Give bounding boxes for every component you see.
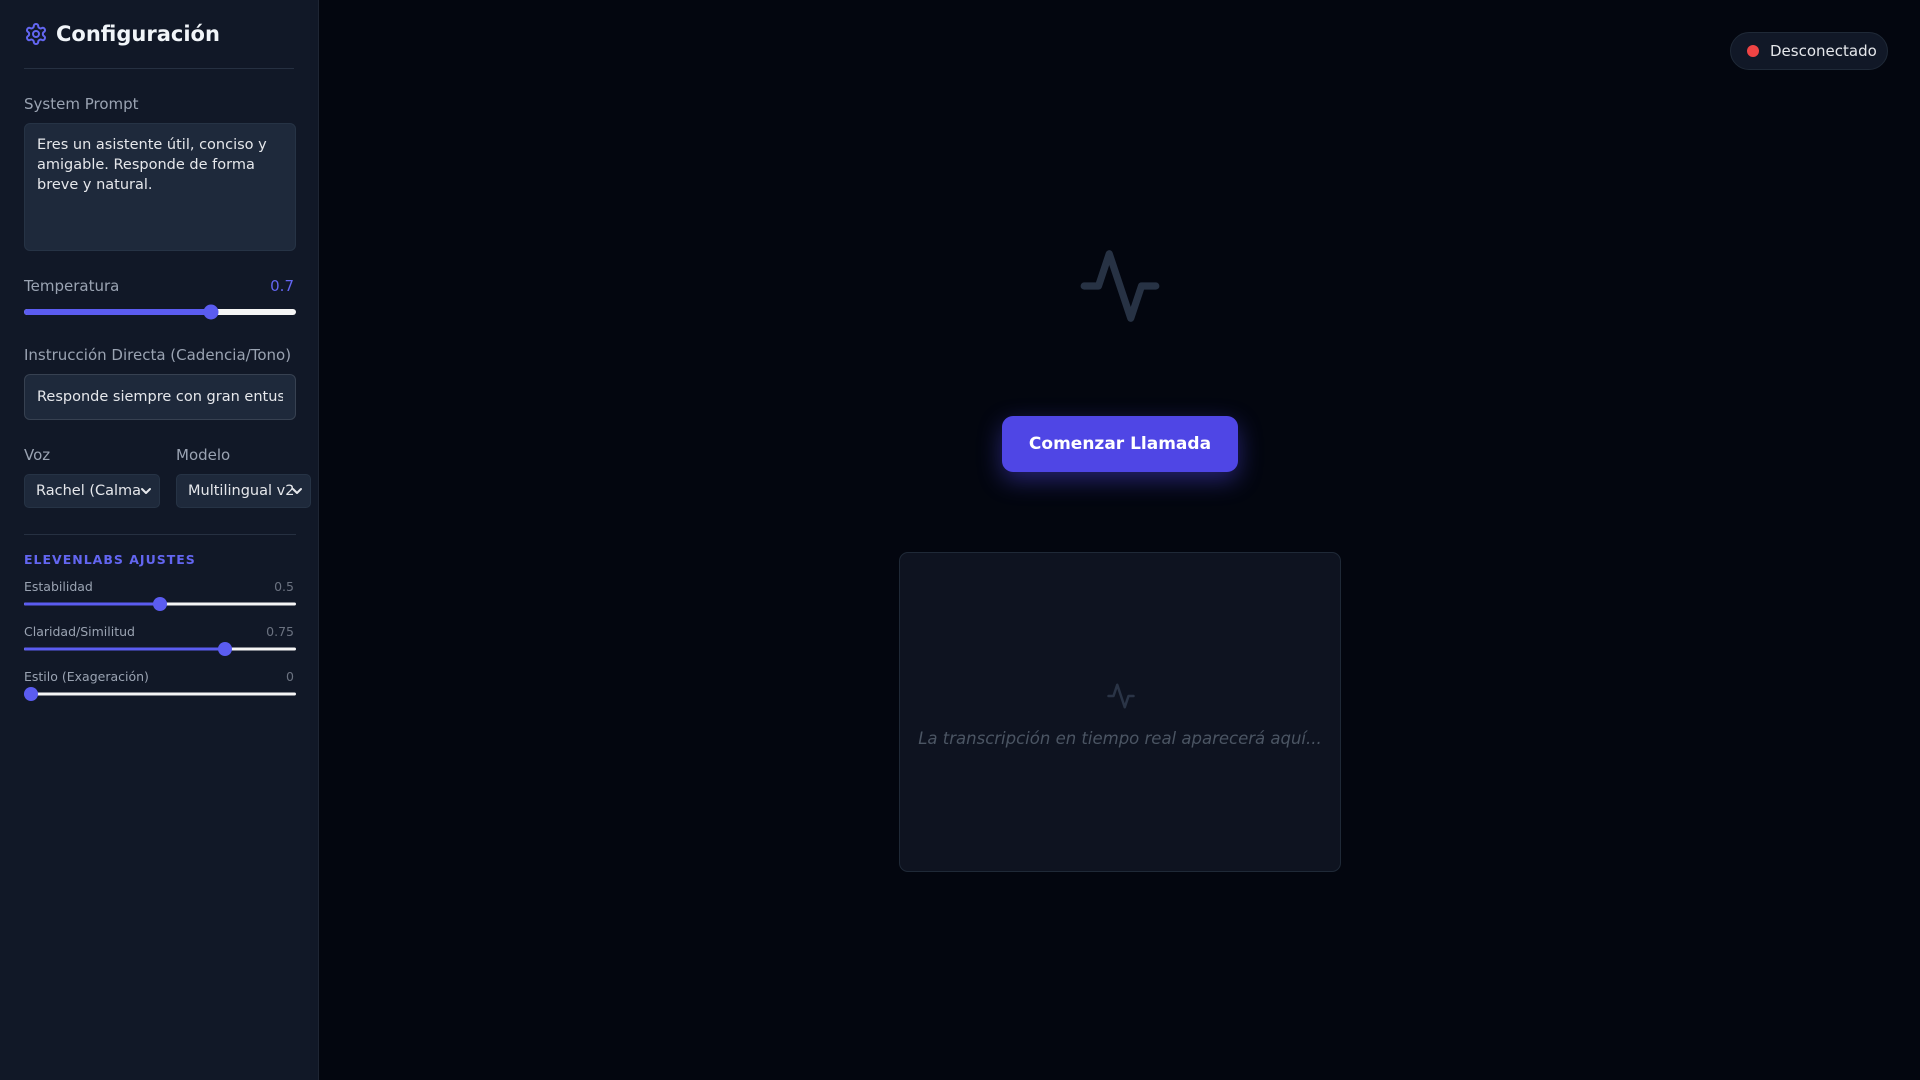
model-column: Modelo Multilingual v2 [176, 446, 311, 508]
settings-sidebar: Configuración System Prompt Eres un asis… [0, 0, 319, 1080]
instruction-label: Instrucción Directa (Cadencia/Tono) [24, 346, 292, 364]
transcript-panel: La transcripción en tiempo real aparecer… [899, 552, 1341, 872]
style-label: Estilo (Exageración) [24, 669, 149, 684]
voice-select[interactable]: Rachel (Calma [24, 474, 160, 508]
section-divider [24, 534, 296, 535]
voice-label: Voz [24, 446, 51, 464]
stability-slider[interactable] [24, 597, 296, 611]
slider-track [24, 692, 296, 696]
slider-thumb[interactable] [24, 687, 38, 701]
start-call-button[interactable]: Comenzar Llamada [1002, 416, 1238, 472]
stability-row: Estabilidad 0.5 [24, 579, 294, 594]
stability-value: 0.5 [274, 579, 294, 594]
style-row: Estilo (Exageración) 0 [24, 669, 294, 684]
temperature-value: 0.7 [270, 277, 294, 295]
activity-pulse-icon [1073, 243, 1167, 329]
style-slider[interactable] [24, 687, 296, 701]
chevron-down-icon [140, 485, 152, 497]
status-dot [1747, 45, 1759, 57]
temperature-label: Temperatura [24, 277, 120, 295]
voice-column: Voz Rachel (Calma [24, 446, 160, 508]
slider-thumb[interactable] [153, 597, 167, 611]
transcript-placeholder: La transcripción en tiempo real aparecer… [918, 729, 1322, 748]
style-value: 0 [286, 669, 294, 684]
clarity-row: Claridad/Similitud 0.75 [24, 624, 294, 639]
slider-fill [24, 309, 212, 315]
voice-selected-value: Rachel (Calma [36, 483, 142, 499]
sidebar-header: Configuración [24, 0, 294, 69]
chevron-down-icon [291, 485, 303, 497]
elevenlabs-section-title: ELEVENLABS AJUSTES [24, 552, 196, 567]
gear-icon [24, 22, 48, 46]
status-label: Desconectado [1770, 42, 1877, 60]
clarity-slider[interactable] [24, 642, 296, 656]
connection-status-badge: Desconectado [1730, 32, 1888, 70]
instruction-input[interactable] [24, 374, 296, 420]
system-prompt-textarea[interactable]: Eres un asistente útil, conciso y amigab… [24, 123, 296, 251]
clarity-label: Claridad/Similitud [24, 624, 135, 639]
clarity-value: 0.75 [266, 624, 294, 639]
slider-thumb[interactable] [217, 642, 232, 656]
slider-thumb[interactable] [203, 304, 219, 320]
activity-pulse-icon [1105, 681, 1137, 711]
model-label: Modelo [176, 446, 231, 464]
sidebar-title: Configuración [56, 22, 220, 46]
temperature-slider[interactable] [24, 304, 296, 320]
temperature-row: Temperatura 0.7 [24, 277, 294, 295]
model-select[interactable]: Multilingual v2 [176, 474, 311, 508]
system-prompt-label: System Prompt [24, 95, 139, 113]
slider-fill [24, 602, 160, 606]
stability-label: Estabilidad [24, 579, 93, 594]
model-selected-value: Multilingual v2 [188, 483, 295, 499]
slider-fill [24, 647, 225, 651]
voice-model-row: Voz Rachel (Calma Modelo Multilingual v2 [24, 446, 311, 508]
